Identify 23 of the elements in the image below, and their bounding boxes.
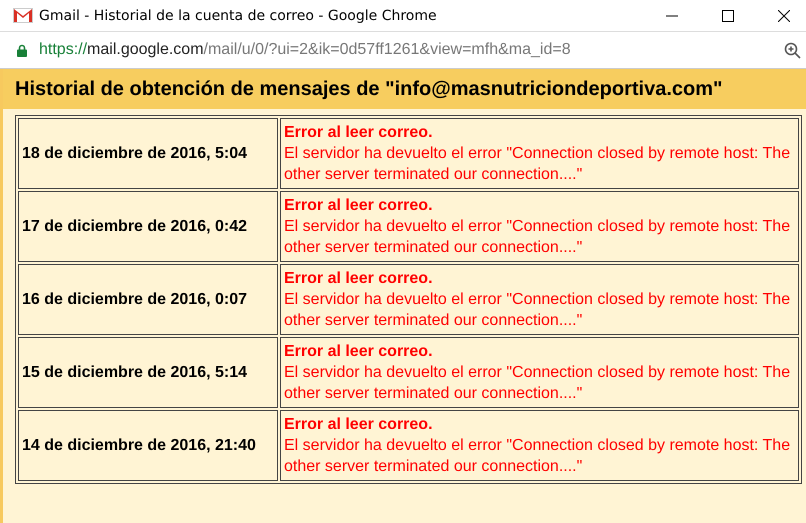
close-icon[interactable] bbox=[778, 10, 790, 22]
error-title: Error al leer correo. bbox=[284, 269, 434, 289]
error-detail: El servidor ha devuelto el error "Connection closed by remote host: The other server terminated our connection...." bbox=[284, 363, 792, 404]
url-text[interactable]: https://mail.google.com/mail/u/0/?ui=2&ik=0d57ff1261&view=mfh&ma_id=8 bbox=[39, 41, 571, 59]
error-title: Error al leer correo. bbox=[284, 342, 434, 362]
error-title: Error al leer correo. bbox=[284, 415, 434, 435]
error-detail: El servidor ha devuelto el error "Connection closed by remote host: The other server terminated our connection...." bbox=[284, 436, 792, 477]
maximize-icon[interactable] bbox=[722, 10, 734, 22]
date-cell: 16 de diciembre de 2016, 0:07 bbox=[18, 264, 278, 335]
date-cell: 18 de diciembre de 2016, 5:04 bbox=[18, 118, 278, 189]
error-detail: El servidor ha devuelto el error "Connection closed by remote host: The other server terminated our connection...." bbox=[284, 144, 792, 185]
lock-icon bbox=[17, 44, 27, 56]
date-cell: 17 de diciembre de 2016, 0:42 bbox=[18, 191, 278, 262]
zoom-icon[interactable] bbox=[784, 42, 801, 58]
window-title: Gmail - Historial de la cuenta de correo - Google Chrome bbox=[39, 8, 437, 24]
error-title: Error al leer correo. bbox=[284, 123, 434, 143]
date-cell: 15 de diciembre de 2016, 5:14 bbox=[18, 337, 278, 408]
error-title: Error al leer correo. bbox=[284, 196, 434, 216]
date-cell: 14 de diciembre de 2016, 21:40 bbox=[18, 410, 278, 481]
error-detail: El servidor ha devuelto el error "Connection closed by remote host: The other server terminated our connection...." bbox=[284, 217, 792, 258]
page-heading: Historial de obtención de mensajes de "info@masnutriciondeportiva.com" bbox=[3, 69, 806, 109]
error-detail: El servidor ha devuelto el error "Connection closed by remote host: The other server terminated our connection...." bbox=[284, 290, 792, 331]
mail-icon bbox=[13, 8, 33, 23]
